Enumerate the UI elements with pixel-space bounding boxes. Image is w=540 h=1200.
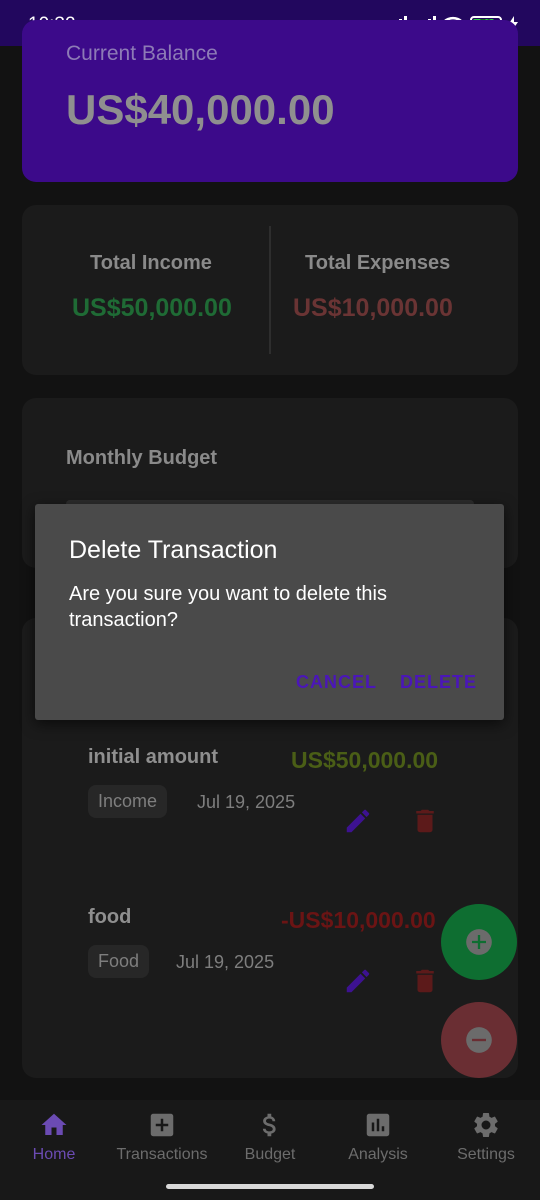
cancel-button[interactable]: CANCEL [296,672,377,693]
delete-dialog: Delete Transaction Are you sure you want… [35,504,504,720]
delete-button[interactable]: DELETE [400,672,477,693]
dialog-message: Are you sure you want to delete this tra… [69,583,387,631]
dialog-title: Delete Transaction [69,536,278,564]
